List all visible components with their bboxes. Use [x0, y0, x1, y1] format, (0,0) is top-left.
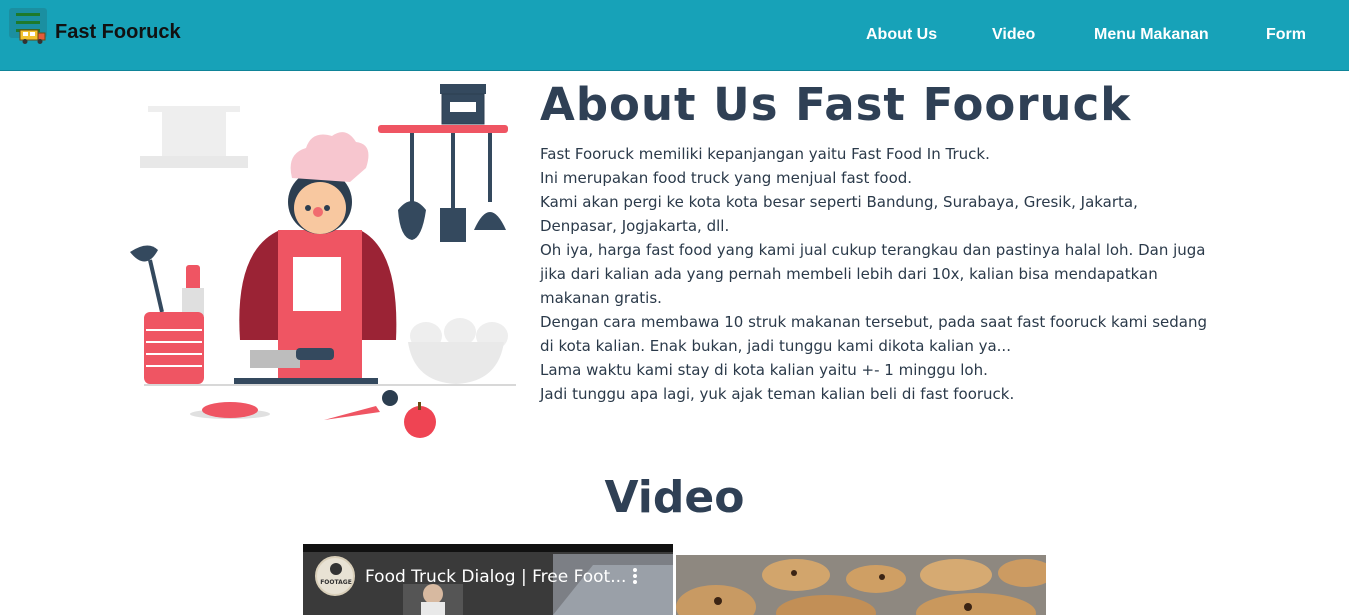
about-paragraph: Dengan cara membawa 10 struk makanan ter…	[540, 313, 1208, 355]
channel-avatar[interactable]: FOOTAGE	[315, 556, 355, 596]
chef-illustration	[130, 84, 516, 438]
channel-label: FOOTAGE	[320, 579, 352, 586]
video-player[interactable]: FOOTAGE Food Truck Dialog | Free Foot...	[303, 544, 673, 615]
hamburger-icon-bar	[16, 21, 40, 24]
nav-link-menu-makanan[interactable]: Menu Makanan	[1094, 26, 1209, 44]
nav-link-about-us[interactable]: About Us	[866, 26, 937, 44]
video-section-title: Video	[604, 472, 745, 523]
hamburger-icon	[16, 13, 40, 16]
camera-icon	[330, 563, 342, 575]
nav-link-form[interactable]: Form	[1266, 26, 1306, 44]
about-paragraph: Kami akan pergi ke kota kota besar seper…	[540, 193, 1138, 235]
more-options-icon[interactable]	[631, 568, 639, 586]
food-truck-icon	[19, 29, 46, 44]
about-title: About Us Fast Fooruck	[540, 78, 1132, 131]
about-description: Fast Fooruck memiliki kepanjangan yaitu …	[540, 142, 1210, 406]
about-paragraph: Jadi tunggu apa lagi, yuk ajak teman kal…	[540, 385, 1015, 403]
navbar: Fast Fooruck About Us Video Menu Makanan…	[0, 0, 1349, 71]
brand-name[interactable]: Fast Fooruck	[55, 21, 181, 44]
about-paragraph: Ini merupakan food truck yang menjual fa…	[540, 169, 913, 187]
about-paragraph: Fast Fooruck memiliki kepanjangan yaitu …	[540, 145, 990, 163]
nav-link-video[interactable]: Video	[992, 26, 1035, 44]
cookie-photo	[676, 555, 1046, 615]
about-paragraph: Oh iya, harga fast food yang kami jual c…	[540, 241, 1206, 307]
about-paragraph: Lama waktu kami stay di kota kalian yait…	[540, 361, 988, 379]
video-title-link[interactable]: Food Truck Dialog | Free Foot...	[365, 567, 626, 587]
